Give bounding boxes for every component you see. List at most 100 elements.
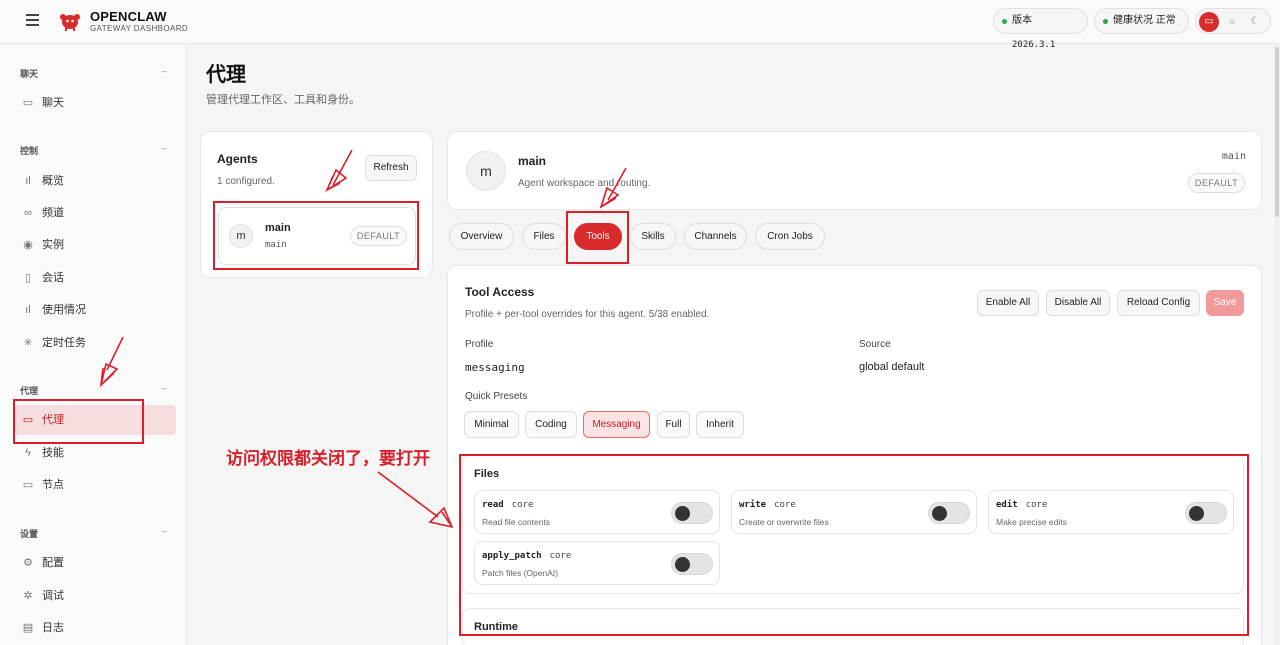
tab-files[interactable]: Files (522, 223, 566, 250)
scrollbar[interactable] (1274, 45, 1280, 645)
sidebar-item-config[interactable]: ⚙ 配置 (14, 548, 176, 578)
tool-tag: core (774, 500, 796, 510)
tab-channels[interactable]: Channels (684, 223, 747, 250)
sidebar-item-label: 日志 (42, 622, 64, 634)
section-chat[interactable]: 聊天 – (20, 66, 167, 80)
section-settings[interactable]: 设置 – (20, 526, 167, 540)
tool-toggle[interactable] (671, 502, 713, 524)
sidebar-item-overview[interactable]: ıl 概览 (14, 166, 176, 196)
reload-config-button[interactable]: Reload Config (1117, 290, 1200, 316)
tool-desc: Patch files (OpenAI) (482, 568, 559, 578)
log-icon: ▤ (22, 622, 34, 634)
sidebar-item-label: 定时任务 (42, 337, 86, 349)
tool-tag: core (511, 500, 534, 510)
preset-inherit[interactable]: Inherit (696, 411, 744, 438)
loader-icon: ✳ (23, 337, 33, 349)
collapse-icon[interactable]: – (162, 66, 167, 76)
tool-name: edit (996, 500, 1018, 510)
disable-all-button[interactable]: Disable All (1046, 290, 1110, 316)
tool-toggle[interactable] (1185, 502, 1227, 524)
monitor-icon: ▭ (22, 479, 34, 491)
tool-desc: Read file contents (482, 517, 551, 527)
sidebar-item-agents[interactable]: ▭ 代理 (14, 405, 176, 435)
app-subtitle: GATEWAY DASHBOARD (90, 24, 189, 33)
sidebar-item-label: 实例 (42, 239, 64, 251)
tab-cron-jobs[interactable]: Cron Jobs (755, 223, 825, 250)
source-label: Source (859, 339, 891, 350)
gear-icon: ⚙ (23, 557, 33, 569)
tool-group-title: Files (474, 468, 500, 480)
status-dot-icon (1103, 19, 1108, 24)
tool-access-title: Tool Access (465, 285, 535, 299)
agent-name: main (518, 154, 547, 168)
agent-list-item[interactable]: m main main DEFAULT (218, 207, 416, 265)
sidebar-item-chat[interactable]: ▭ 聊天 (14, 88, 176, 118)
sidebar-item-label: 技能 (42, 447, 64, 459)
tool-item-read: read core Read file contents (474, 490, 720, 534)
source-value: global default (859, 361, 925, 373)
document-icon: ▯ (24, 272, 32, 284)
sidebar-item-skills[interactable]: ϟ 技能 (14, 438, 176, 468)
agent-header: m main Agent workspace and routing. main… (447, 131, 1262, 210)
health-value: 正常 (1155, 15, 1176, 26)
tool-name: write (739, 500, 767, 510)
preset-coding[interactable]: Coding (525, 411, 577, 438)
tool-group-runtime: Runtime (462, 608, 1244, 645)
tab-skills[interactable]: Skills (630, 223, 676, 250)
version-value: 2026.3.1 (1012, 40, 1056, 50)
sidebar-item-label: 节点 (42, 479, 64, 491)
section-title: 设置 (20, 529, 39, 539)
tool-toggle[interactable] (671, 553, 713, 575)
brand: OPENCLAW GATEWAY DASHBOARD (90, 9, 188, 34)
tool-tag: core (1025, 500, 1048, 510)
sidebar-item-label: 概览 (42, 175, 64, 187)
tool-item-apply-patch: apply_patch core Patch files (OpenAI) (474, 541, 720, 585)
sidebar-item-channels[interactable]: ∞ 频道 (14, 198, 176, 228)
version-label: 版本 (1012, 15, 1032, 26)
sidebar-item-nodes[interactable]: ▭ 节点 (14, 470, 176, 500)
sidebar-item-instances[interactable]: ◉ 实例 (14, 230, 176, 260)
tab-overview[interactable]: Overview (449, 223, 514, 250)
preset-full[interactable]: Full (657, 411, 690, 438)
status-dot-icon (1002, 19, 1007, 24)
tool-desc: Create or overwrite files (739, 517, 829, 527)
section-title: 控制 (20, 146, 39, 156)
refresh-button[interactable]: Refresh (365, 155, 417, 181)
enable-all-button[interactable]: Enable All (977, 290, 1039, 316)
agent-id: main (265, 240, 287, 250)
collapse-icon[interactable]: – (162, 526, 167, 536)
sidebar-item-label: 聊天 (42, 97, 64, 109)
section-agents[interactable]: 代理 – (20, 383, 167, 397)
sidebar-item-usage[interactable]: ıl 使用情况 (14, 295, 176, 325)
profile-label: Profile (465, 339, 494, 350)
page-title: 代理 (206, 64, 246, 86)
tool-tag: core (549, 551, 572, 561)
avatar: m (229, 224, 253, 248)
tab-tools[interactable]: Tools (574, 223, 622, 250)
monitor-icon[interactable]: ▭ (1199, 12, 1219, 32)
link-icon: ∞ (24, 207, 32, 219)
sidebar: 聊天 – ▭ 聊天 控制 – ıl 概览 ∞ 频道 ◉ 实例 ▯ 会话 ıl 使用情况 ✳ 定时任… (0, 45, 187, 645)
default-badge: DEFAULT (350, 226, 407, 246)
avatar: m (466, 151, 506, 191)
preset-messaging[interactable]: Messaging (583, 411, 650, 438)
sun-icon[interactable]: ☼ (1222, 12, 1242, 32)
annotation-text: 访问权限都关闭了，要打开 (226, 449, 430, 468)
tool-toggle[interactable] (928, 502, 970, 524)
theme-switcher: ▭ ☼ ☾ (1195, 8, 1271, 34)
collapse-icon[interactable]: – (162, 383, 167, 393)
sidebar-item-debug[interactable]: ✲ 调试 (14, 581, 176, 611)
sidebar-item-label: 使用情况 (42, 304, 86, 316)
save-button[interactable]: Save (1206, 290, 1244, 316)
sidebar-item-label: 代理 (42, 414, 64, 426)
menu-icon[interactable] (26, 14, 39, 26)
section-control[interactable]: 控制 – (20, 143, 167, 157)
arrow-icon (377, 471, 454, 529)
sidebar-item-sessions[interactable]: ▯ 会话 (14, 263, 176, 293)
agents-panel: Agents 1 configured. Refresh m main main… (200, 131, 433, 278)
preset-minimal[interactable]: Minimal (464, 411, 519, 438)
collapse-icon[interactable]: – (162, 143, 167, 153)
sidebar-item-logs[interactable]: ▤ 日志 (14, 613, 176, 643)
sidebar-item-cron[interactable]: ✳ 定时任务 (14, 328, 176, 358)
moon-icon[interactable]: ☾ (1245, 12, 1265, 32)
